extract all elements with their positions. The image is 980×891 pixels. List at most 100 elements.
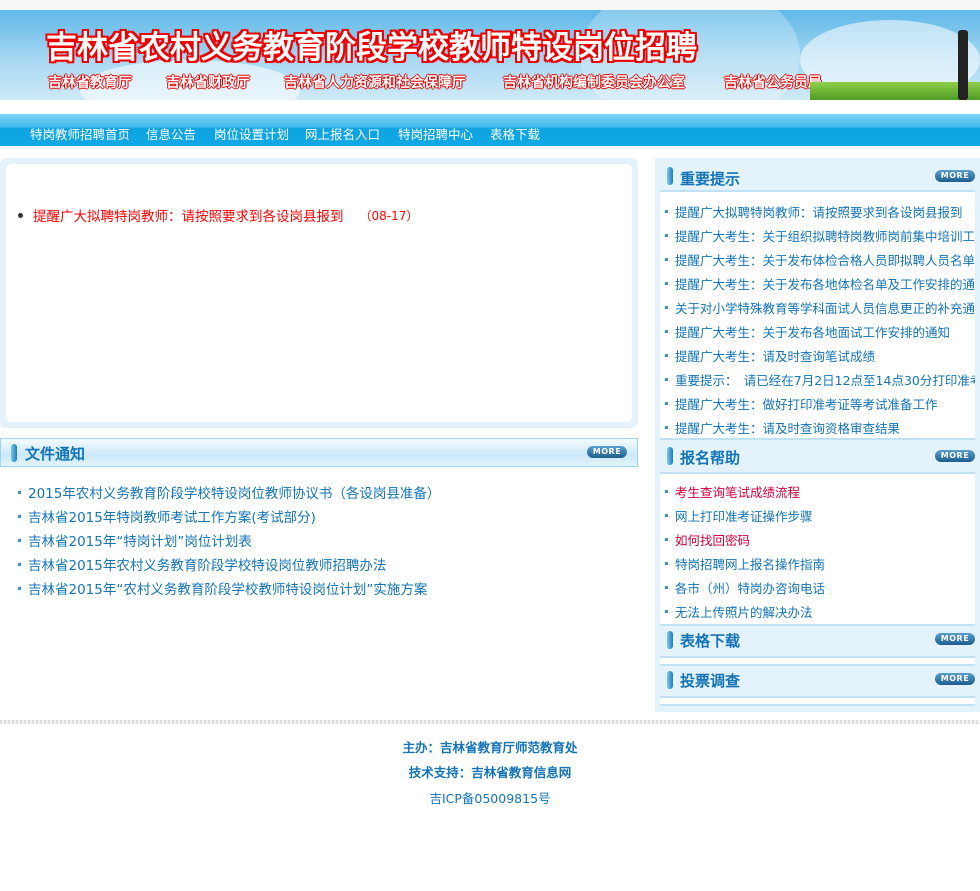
list-item[interactable]: 关于对小学特殊教育等学科面试人员信息更正的补充通 [660,295,975,319]
bullet-icon [665,305,668,309]
banner-title: 吉林省农村义务教育阶段学校教师特设岗位招聘 [46,30,697,66]
forms-list [660,656,975,666]
docs-header: 文件通知 MORE [0,438,638,467]
headline-item[interactable]: 提醒广大拟聘特岗教师：请按照要求到各设岗县报到 （08-17） [18,205,418,225]
nav-position-plan[interactable]: 岗位设置计划 [214,124,289,143]
doc-link[interactable]: 吉林省2015年“农村义务教育阶段学校教师特设岗位计划”实施方案 [28,578,427,598]
tip-link[interactable]: 提醒广大考生：关于发布各地面试工作安排的通知 [675,322,950,341]
bullet-icon [665,537,668,541]
section-pill-icon [667,167,673,185]
tip-link[interactable]: 重要提示： 请已经在7月2日12点至14点30分打印准考 [675,370,975,389]
tip-link[interactable]: 提醒广大考生：关于组织拟聘特岗教师岗前集中培训工 [675,226,975,245]
bullet-icon [665,209,668,213]
headline-date: （08-17） [359,208,419,223]
forms-more-button[interactable]: MORE [935,633,975,645]
vote-header: 投票调查 MORE [660,666,975,696]
list-item[interactable]: 提醒广大考生：做好打印准考证等考试准备工作 [660,391,975,415]
list-item[interactable]: 2015年农村义务教育阶段学校特设岗位教师协议书（各设岗县准备） [18,480,440,504]
doc-link[interactable]: 吉林省2015年特岗教师考试工作方案(考试部分) [28,506,316,526]
banner-org: 吉林省机构编制委员会办公室 [503,75,685,91]
bullet-icon [18,562,21,566]
headline-link[interactable]: 提醒广大拟聘特岗教师：请按照要求到各设岗县报到 [33,205,344,225]
bullet-icon [665,281,668,285]
bullet-icon [18,490,21,494]
banner-org: 吉林省财政厅 [166,75,250,91]
right-sidebar: 重要提示 MORE 提醒广大拟聘特岗教师：请按照要求到各设岗县报到 提醒广大考生… [655,158,980,712]
list-item[interactable]: 提醒广大考生：请及时查询笔试成绩 [660,343,975,367]
footer-support: 技术支持：吉林省教育信息网 [408,765,572,780]
nav-forms-download[interactable]: 表格下载 [490,124,540,143]
list-item[interactable]: 提醒广大考生：关于组织拟聘特岗教师岗前集中培训工 [660,223,975,247]
bullet-icon [665,609,668,613]
help-link[interactable]: 各市（州）特岗办咨询电话 [675,578,825,597]
list-item[interactable]: 各市（州）特岗办咨询电话 [660,575,975,599]
list-item[interactable]: 提醒广大考生：关于发布各地面试工作安排的通知 [660,319,975,343]
bullet-icon [665,425,668,429]
help-title: 报名帮助 [680,449,741,467]
tip-link[interactable]: 提醒广大拟聘特岗教师：请按照要求到各设岗县报到 [675,202,963,221]
headline-panel: 提醒广大拟聘特岗教师：请按照要求到各设岗县报到 （08-17） [0,158,638,428]
list-item[interactable]: 吉林省2015年“农村义务教育阶段学校教师特设岗位计划”实施方案 [18,576,440,600]
bullet-icon [18,514,21,518]
docs-more-button[interactable]: MORE [587,446,627,458]
banner-org: 吉林省公务员局 [724,75,822,91]
list-item[interactable]: 吉林省2015年“特岗计划”岗位计划表 [18,528,440,552]
footer-icp[interactable]: 吉ICP备05009815号 [0,788,980,807]
bullet-icon [665,513,668,517]
tip-link[interactable]: 提醒广大考生：请及时查询笔试成绩 [675,346,875,365]
bullet-icon [665,401,668,405]
tips-header: 重要提示 MORE [660,160,975,190]
help-link[interactable]: 考生查询笔试成绩流程 [675,482,800,501]
tip-link[interactable]: 提醒广大考生：关于发布体检合格人员即拟聘人员名单 [675,250,975,269]
list-item[interactable]: 提醒广大考生：请及时查询资格审查结果 [660,415,975,439]
list-item[interactable]: 提醒广大考生：关于发布体检合格人员即拟聘人员名单 [660,247,975,271]
section-pill-icon [667,671,673,689]
help-header: 报名帮助 MORE [660,442,975,472]
nav-recruitment-center[interactable]: 特岗招聘中心 [398,124,473,143]
help-link[interactable]: 无法上传照片的解决办法 [675,602,813,621]
list-item[interactable]: 考生查询笔试成绩流程 [660,479,975,503]
list-item[interactable]: 如何找回密码 [660,527,975,551]
section-pill-icon [11,444,17,462]
list-item[interactable]: 无法上传照片的解决办法 [660,599,975,623]
tip-link[interactable]: 提醒广大考生：关于发布各地体检名单及工作安排的通 [675,274,975,293]
tips-more-button[interactable]: MORE [935,170,975,182]
bullet-icon [18,538,21,542]
vote-content [660,696,975,706]
bullet-icon [665,585,668,589]
bullet-icon [665,489,668,493]
tip-link[interactable]: 关于对小学特殊教育等学科面试人员信息更正的补充通 [675,298,975,317]
list-item[interactable]: 吉林省2015年农村义务教育阶段学校特设岗位教师招聘办法 [18,552,440,576]
bullet-icon [665,233,668,237]
help-more-button[interactable]: MORE [935,450,975,462]
help-link[interactable]: 特岗招聘网上报名操作指南 [675,554,825,573]
bullet-icon [665,353,668,357]
tips-title: 重要提示 [680,170,741,188]
help-link[interactable]: 如何找回密码 [675,530,750,549]
list-item[interactable]: 重要提示： 请已经在7月2日12点至14点30分打印准考 [660,367,975,391]
footer-divider [0,720,980,724]
vote-title: 投票调查 [680,672,741,690]
list-item[interactable]: 吉林省2015年特岗教师考试工作方案(考试部分) [18,504,440,528]
nav-home[interactable]: 特岗教师招聘首页 [30,124,130,143]
list-item[interactable]: 提醒广大拟聘特岗教师：请按照要求到各设岗县报到 [660,199,975,223]
nav-registration[interactable]: 网上报名入口 [305,124,380,143]
tips-list: 提醒广大拟聘特岗教师：请按照要求到各设岗县报到 提醒广大考生：关于组织拟聘特岗教… [660,190,975,440]
doc-link[interactable]: 2015年农村义务教育阶段学校特设岗位教师协议书（各设岗县准备） [28,482,440,502]
tip-link[interactable]: 提醒广大考生：做好打印准考证等考试准备工作 [675,394,938,413]
nav-announcements[interactable]: 信息公告 [146,124,196,143]
header-banner: 吉林省农村义务教育阶段学校教师特设岗位招聘 吉林省教育厅 吉林省财政厅 吉林省人… [0,10,980,100]
top-strip [0,0,980,10]
doc-link[interactable]: 吉林省2015年“特岗计划”岗位计划表 [28,530,252,550]
main-nav: 特岗教师招聘首页 信息公告 岗位设置计划 网上报名入口 特岗招聘中心 表格下载 [0,114,980,146]
vote-more-button[interactable]: MORE [935,673,975,685]
help-link[interactable]: 网上打印准考证操作步骤 [675,506,813,525]
list-item[interactable]: 特岗招聘网上报名操作指南 [660,551,975,575]
section-pill-icon [667,447,673,465]
footer-host: 主办：吉林省教育厅师范教育处 [402,740,578,755]
list-item[interactable]: 提醒广大考生：关于发布各地体检名单及工作安排的通 [660,271,975,295]
doc-link[interactable]: 吉林省2015年农村义务教育阶段学校特设岗位教师招聘办法 [28,554,386,574]
tip-link[interactable]: 提醒广大考生：请及时查询资格审查结果 [675,418,900,437]
list-item[interactable]: 网上打印准考证操作步骤 [660,503,975,527]
bullet-icon [18,212,23,218]
